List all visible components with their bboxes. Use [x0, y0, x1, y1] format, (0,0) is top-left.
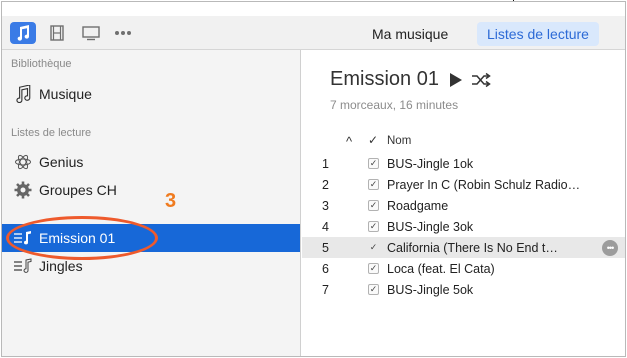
sidebar: Bibliothèque Musique Listes de lecture G… — [2, 50, 301, 356]
music-media-button[interactable] — [10, 22, 36, 44]
track-title: BUS-Jingle 1ok — [387, 156, 474, 171]
more-dots-icon — [115, 31, 131, 35]
more-media-button[interactable] — [110, 22, 136, 44]
track-row[interactable]: 4 ✓ BUS-Jingle 3ok — [302, 216, 625, 237]
playlist-title: Emission 01 — [330, 68, 439, 90]
playlist-subtitle: 7 morceaux, 16 minutes — [330, 98, 459, 112]
music-note-icon — [12, 85, 34, 103]
track-number: 6 — [322, 261, 329, 276]
sidebar-item-label: Musique — [39, 86, 92, 102]
nav-playlists[interactable]: Listes de lecture — [477, 22, 599, 46]
annotation-circle — [6, 216, 158, 260]
track-row[interactable]: 3 ✓ Roadgame — [302, 195, 625, 216]
sidebar-item-label: Groupes CH — [39, 182, 117, 198]
annotation-number: 3 — [165, 190, 177, 212]
sidebar-item-music[interactable]: Musique — [2, 80, 300, 108]
track-checkbox[interactable]: ✓ — [368, 200, 379, 211]
track-checkbox[interactable]: ✓ — [368, 263, 379, 274]
tv-media-button[interactable] — [78, 22, 104, 44]
track-checkbox[interactable]: ✓ — [368, 179, 379, 190]
track-row[interactable]: 7 ✓ BUS-Jingle 5ok — [302, 279, 625, 300]
sidebar-item-groupes-ch[interactable]: Groupes CH — [2, 176, 300, 204]
track-number: 5 — [322, 240, 329, 255]
check-column-header[interactable]: ✓ — [368, 133, 378, 147]
itunes-window: Ma musique Listes de lecture Bibliothèqu… — [1, 1, 626, 357]
toolbar: Ma musique Listes de lecture — [2, 16, 625, 50]
sidebar-item-label: Jingles — [39, 258, 83, 274]
track-number: 7 — [322, 282, 329, 297]
playlist-header: Emission 01 — [330, 68, 491, 91]
track-title: Prayer In C (Robin Schulz Radio… — [387, 177, 581, 192]
track-title: BUS-Jingle 3ok — [387, 219, 474, 234]
nav-my-music[interactable]: Ma musique — [362, 22, 458, 46]
genius-atom-icon — [12, 153, 34, 171]
track-row[interactable]: 2 ✓ Prayer In C (Robin Schulz Radio… — [302, 174, 625, 195]
shuffle-icon[interactable] — [471, 72, 491, 88]
track-checkbox[interactable]: ✓ — [368, 284, 379, 295]
track-title: Loca (feat. El Cata) — [387, 261, 495, 276]
name-column-header[interactable]: Nom — [387, 135, 411, 147]
more-options-icon[interactable]: ••• — [602, 239, 618, 256]
track-checkbox[interactable]: ✓ — [368, 221, 379, 232]
film-icon — [50, 25, 64, 41]
sidebar-item-genius[interactable]: Genius — [2, 148, 300, 176]
playlist-icon — [12, 257, 34, 275]
playlist-view: Emission 01 7 morceaux, 16 minutes ^ ✓ N… — [302, 50, 625, 356]
sidebar-item-label: Genius — [39, 154, 84, 170]
gear-icon — [12, 181, 34, 199]
track-title: BUS-Jingle 5ok — [387, 282, 474, 297]
track-checkbox[interactable]: ✓ — [368, 158, 379, 169]
track-title: California (There Is No End t… — [387, 240, 558, 255]
track-number: 4 — [322, 219, 329, 234]
library-section-header: Bibliothèque — [11, 58, 72, 70]
track-number: 2 — [322, 177, 329, 192]
track-row[interactable]: 1 ✓ BUS-Jingle 1ok — [302, 153, 625, 174]
track-title: Roadgame — [387, 198, 449, 213]
track-checkbox[interactable]: ✓ — [368, 242, 379, 253]
track-number: 1 — [322, 156, 329, 171]
music-note-icon — [17, 25, 30, 41]
track-table-header: ^ ✓ Nom — [302, 130, 625, 152]
play-icon[interactable] — [449, 72, 463, 88]
movies-media-button[interactable] — [44, 22, 70, 44]
sort-column-header[interactable]: ^ — [346, 134, 352, 149]
track-number: 3 — [322, 198, 329, 213]
playlists-section-header: Listes de lecture — [11, 127, 92, 139]
track-row[interactable]: 6 ✓ Loca (feat. El Cata) — [302, 258, 625, 279]
track-row[interactable]: 5 ✓ California (There Is No End t… ••• — [302, 237, 625, 258]
tv-icon — [82, 26, 100, 41]
